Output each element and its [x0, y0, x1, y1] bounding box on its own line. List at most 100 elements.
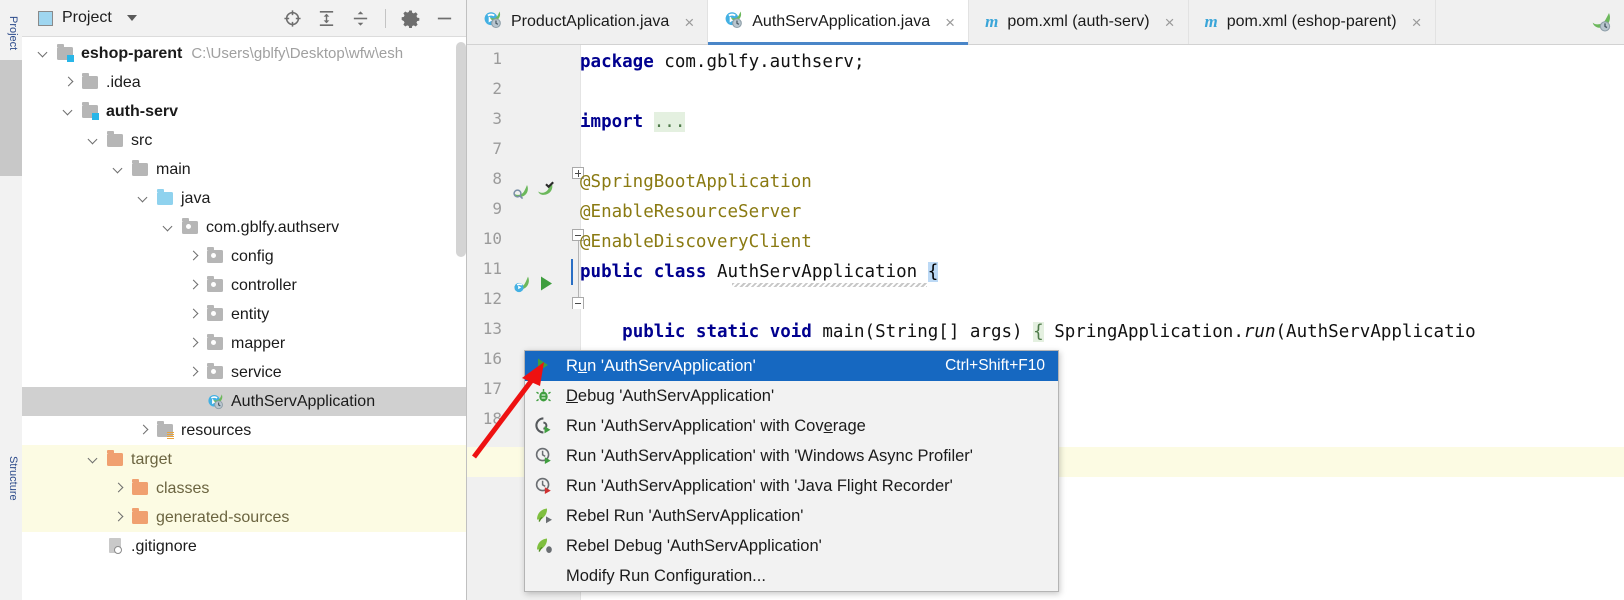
maven-icon: m [1204, 12, 1218, 31]
editor-tab-authservapplication-java[interactable]: AuthServApplication.java × [708, 0, 970, 45]
stripe-item-project[interactable]: Project [3, 16, 19, 50]
tree-no-arrow [188, 396, 199, 407]
close-icon[interactable]: × [1412, 14, 1422, 31]
chevron-down-icon[interactable] [113, 164, 124, 175]
run-context-menu[interactable]: Run 'AuthServApplication' Ctrl+Shift+F10 D… [524, 350, 1059, 592]
tree-item-gitignore[interactable]: .gitignore [22, 532, 466, 561]
tree-item-com-gblfy-authserv[interactable]: com.gblfy.authserv [22, 213, 466, 242]
spring-run-gutter-icon[interactable] [511, 273, 532, 299]
line-number: 13 [482, 319, 502, 338]
stripe-item-structure[interactable]: Structure [3, 456, 19, 501]
chevron-down-icon[interactable] [88, 454, 99, 465]
intellij-window: Project Structure Project eshop-parent C… [0, 0, 1624, 600]
tree-item-resources[interactable]: resources [22, 416, 466, 445]
menu-item-no-icon [535, 567, 557, 585]
run-method-call: run [1243, 322, 1276, 342]
expand-all-icon[interactable] [317, 9, 336, 28]
close-icon[interactable]: × [684, 14, 694, 31]
toolbar-divider [385, 8, 386, 28]
menu-item-run-authservapplication-with-coverage[interactable]: Run 'AuthServApplication' with Coverage [525, 411, 1058, 441]
line-number: 2 [492, 79, 502, 98]
tree-item-java[interactable]: java [22, 184, 466, 213]
editor-tab-productaplication-java[interactable]: ProductAplication.java × [467, 0, 709, 44]
fold-marker-class-end[interactable] [572, 297, 584, 309]
collapse-all-icon[interactable] [351, 9, 370, 28]
gear-icon[interactable] [401, 9, 420, 28]
editor-tab-pom-xml-eshop-parent[interactable]: m pom.xml (eshop-parent) × [1188, 0, 1436, 44]
tree-item-config[interactable]: config [22, 242, 466, 271]
tree-item-main[interactable]: main [22, 155, 466, 184]
chevron-right-icon[interactable] [113, 512, 124, 523]
chevron-right-icon[interactable] [63, 77, 74, 88]
package-name: com.gblfy.authserv; [653, 52, 865, 72]
tree-item-classes[interactable]: classes [22, 474, 466, 503]
spring-boot-leaf-icon[interactable] [1576, 0, 1624, 44]
editor-tab-label: pom.xml (auth-serv) [1007, 13, 1150, 30]
tree-item-idea[interactable]: .idea [22, 68, 466, 97]
chevron-right-icon[interactable] [188, 367, 199, 378]
tree-item-label: .idea [106, 73, 141, 91]
chevron-down-icon[interactable] [126, 15, 137, 21]
tree-item-service[interactable]: service [22, 358, 466, 387]
minimize-icon[interactable] [435, 9, 454, 28]
menu-item-run-authservapplication-with-java-flight-recorder[interactable]: Run 'AuthServApplication' with 'Java Fli… [525, 471, 1058, 501]
chevron-right-icon[interactable] [188, 251, 199, 262]
line-number: 11 [482, 259, 502, 278]
code-line-3: import ... [580, 107, 686, 137]
tree-item-authservapplication[interactable]: AuthServApplication [22, 387, 466, 416]
menu-item-run-authservapplication[interactable]: Run 'AuthServApplication' Ctrl+Shift+F10 [525, 351, 1058, 381]
excluded-folder-icon [107, 450, 124, 468]
editor-tab-pom-xml-auth-serv[interactable]: m pom.xml (auth-serv) × [969, 0, 1189, 44]
menu-item-rebel-run-authservapplication[interactable]: Rebel Run 'AuthServApplication' [525, 501, 1058, 531]
code-line-1: package com.gblfy.authserv; [580, 47, 864, 77]
excluded-folder-icon [132, 508, 149, 526]
sources-folder-icon [157, 189, 174, 207]
keyword-static: static [695, 322, 760, 342]
locate-icon[interactable] [283, 9, 302, 28]
tree-item-src[interactable]: src [22, 126, 466, 155]
run-gutter-triangle-icon[interactable] [539, 275, 555, 297]
tree-item-target[interactable]: target [22, 445, 466, 474]
menu-item-modify-run-configuration[interactable]: Modify Run Configuration... [525, 561, 1058, 591]
menu-item-debug-authservapplication[interactable]: Debug 'AuthServApplication' [525, 381, 1058, 411]
matching-brace: { [927, 262, 939, 282]
spring-bean-search-icon[interactable] [511, 181, 531, 206]
chevron-down-icon[interactable] [88, 135, 99, 146]
spring-class-icon [724, 10, 743, 34]
method-params: (String[] args) [864, 322, 1023, 342]
close-icon[interactable]: × [945, 14, 955, 31]
menu-item-run-authservapplication-with-windows-async-profiler[interactable]: Run 'AuthServApplication' with 'Windows … [525, 441, 1058, 471]
chevron-right-icon[interactable] [188, 338, 199, 349]
package-folder-icon [207, 276, 224, 294]
menu-item-label: Run 'AuthServApplication' with 'Java Fli… [566, 476, 953, 495]
chevron-down-icon[interactable] [38, 48, 49, 59]
annotation-enableresourceserver: @EnableResourceServer [580, 202, 802, 222]
spring-bean-check-icon[interactable] [535, 179, 555, 204]
tree-item-eshop-parent[interactable]: eshop-parent C:\Users\gblfy\Desktop\wfw\e… [22, 39, 466, 68]
tree-item-generated-sources[interactable]: generated-sources [22, 503, 466, 532]
keyword-void: void [769, 322, 812, 342]
menu-item-rebel-debug-authservapplication[interactable]: Rebel Debug 'AuthServApplication' [525, 531, 1058, 561]
chevron-right-icon[interactable] [138, 425, 149, 436]
package-folder-icon [182, 218, 199, 236]
tree-item-controller[interactable]: controller [22, 271, 466, 300]
editor-tab-label: pom.xml (eshop-parent) [1226, 13, 1397, 30]
chevron-right-icon[interactable] [113, 483, 124, 494]
chevron-down-icon[interactable] [138, 193, 149, 204]
tree-item-mapper[interactable]: mapper [22, 329, 466, 358]
project-panel-header: Project [22, 0, 466, 37]
chevron-down-icon[interactable] [163, 222, 174, 233]
folded-imports[interactable]: ... [653, 112, 686, 132]
chevron-right-icon[interactable] [188, 280, 199, 291]
menu-item-label: Debug 'AuthServApplication' [566, 386, 775, 405]
project-scrollbar-thumb[interactable] [456, 42, 466, 257]
chevron-right-icon[interactable] [188, 309, 199, 320]
menu-item-label: Run 'AuthServApplication' with Coverage [566, 416, 866, 435]
project-title-group[interactable]: Project [22, 9, 137, 27]
tree-item-auth-serv[interactable]: auth-serv [22, 97, 466, 126]
chevron-down-icon[interactable] [63, 106, 74, 117]
project-panel-title: Project [62, 9, 112, 26]
tree-item-entity[interactable]: entity [22, 300, 466, 329]
close-icon[interactable]: × [1165, 14, 1175, 31]
keyword-public: public [580, 262, 644, 282]
